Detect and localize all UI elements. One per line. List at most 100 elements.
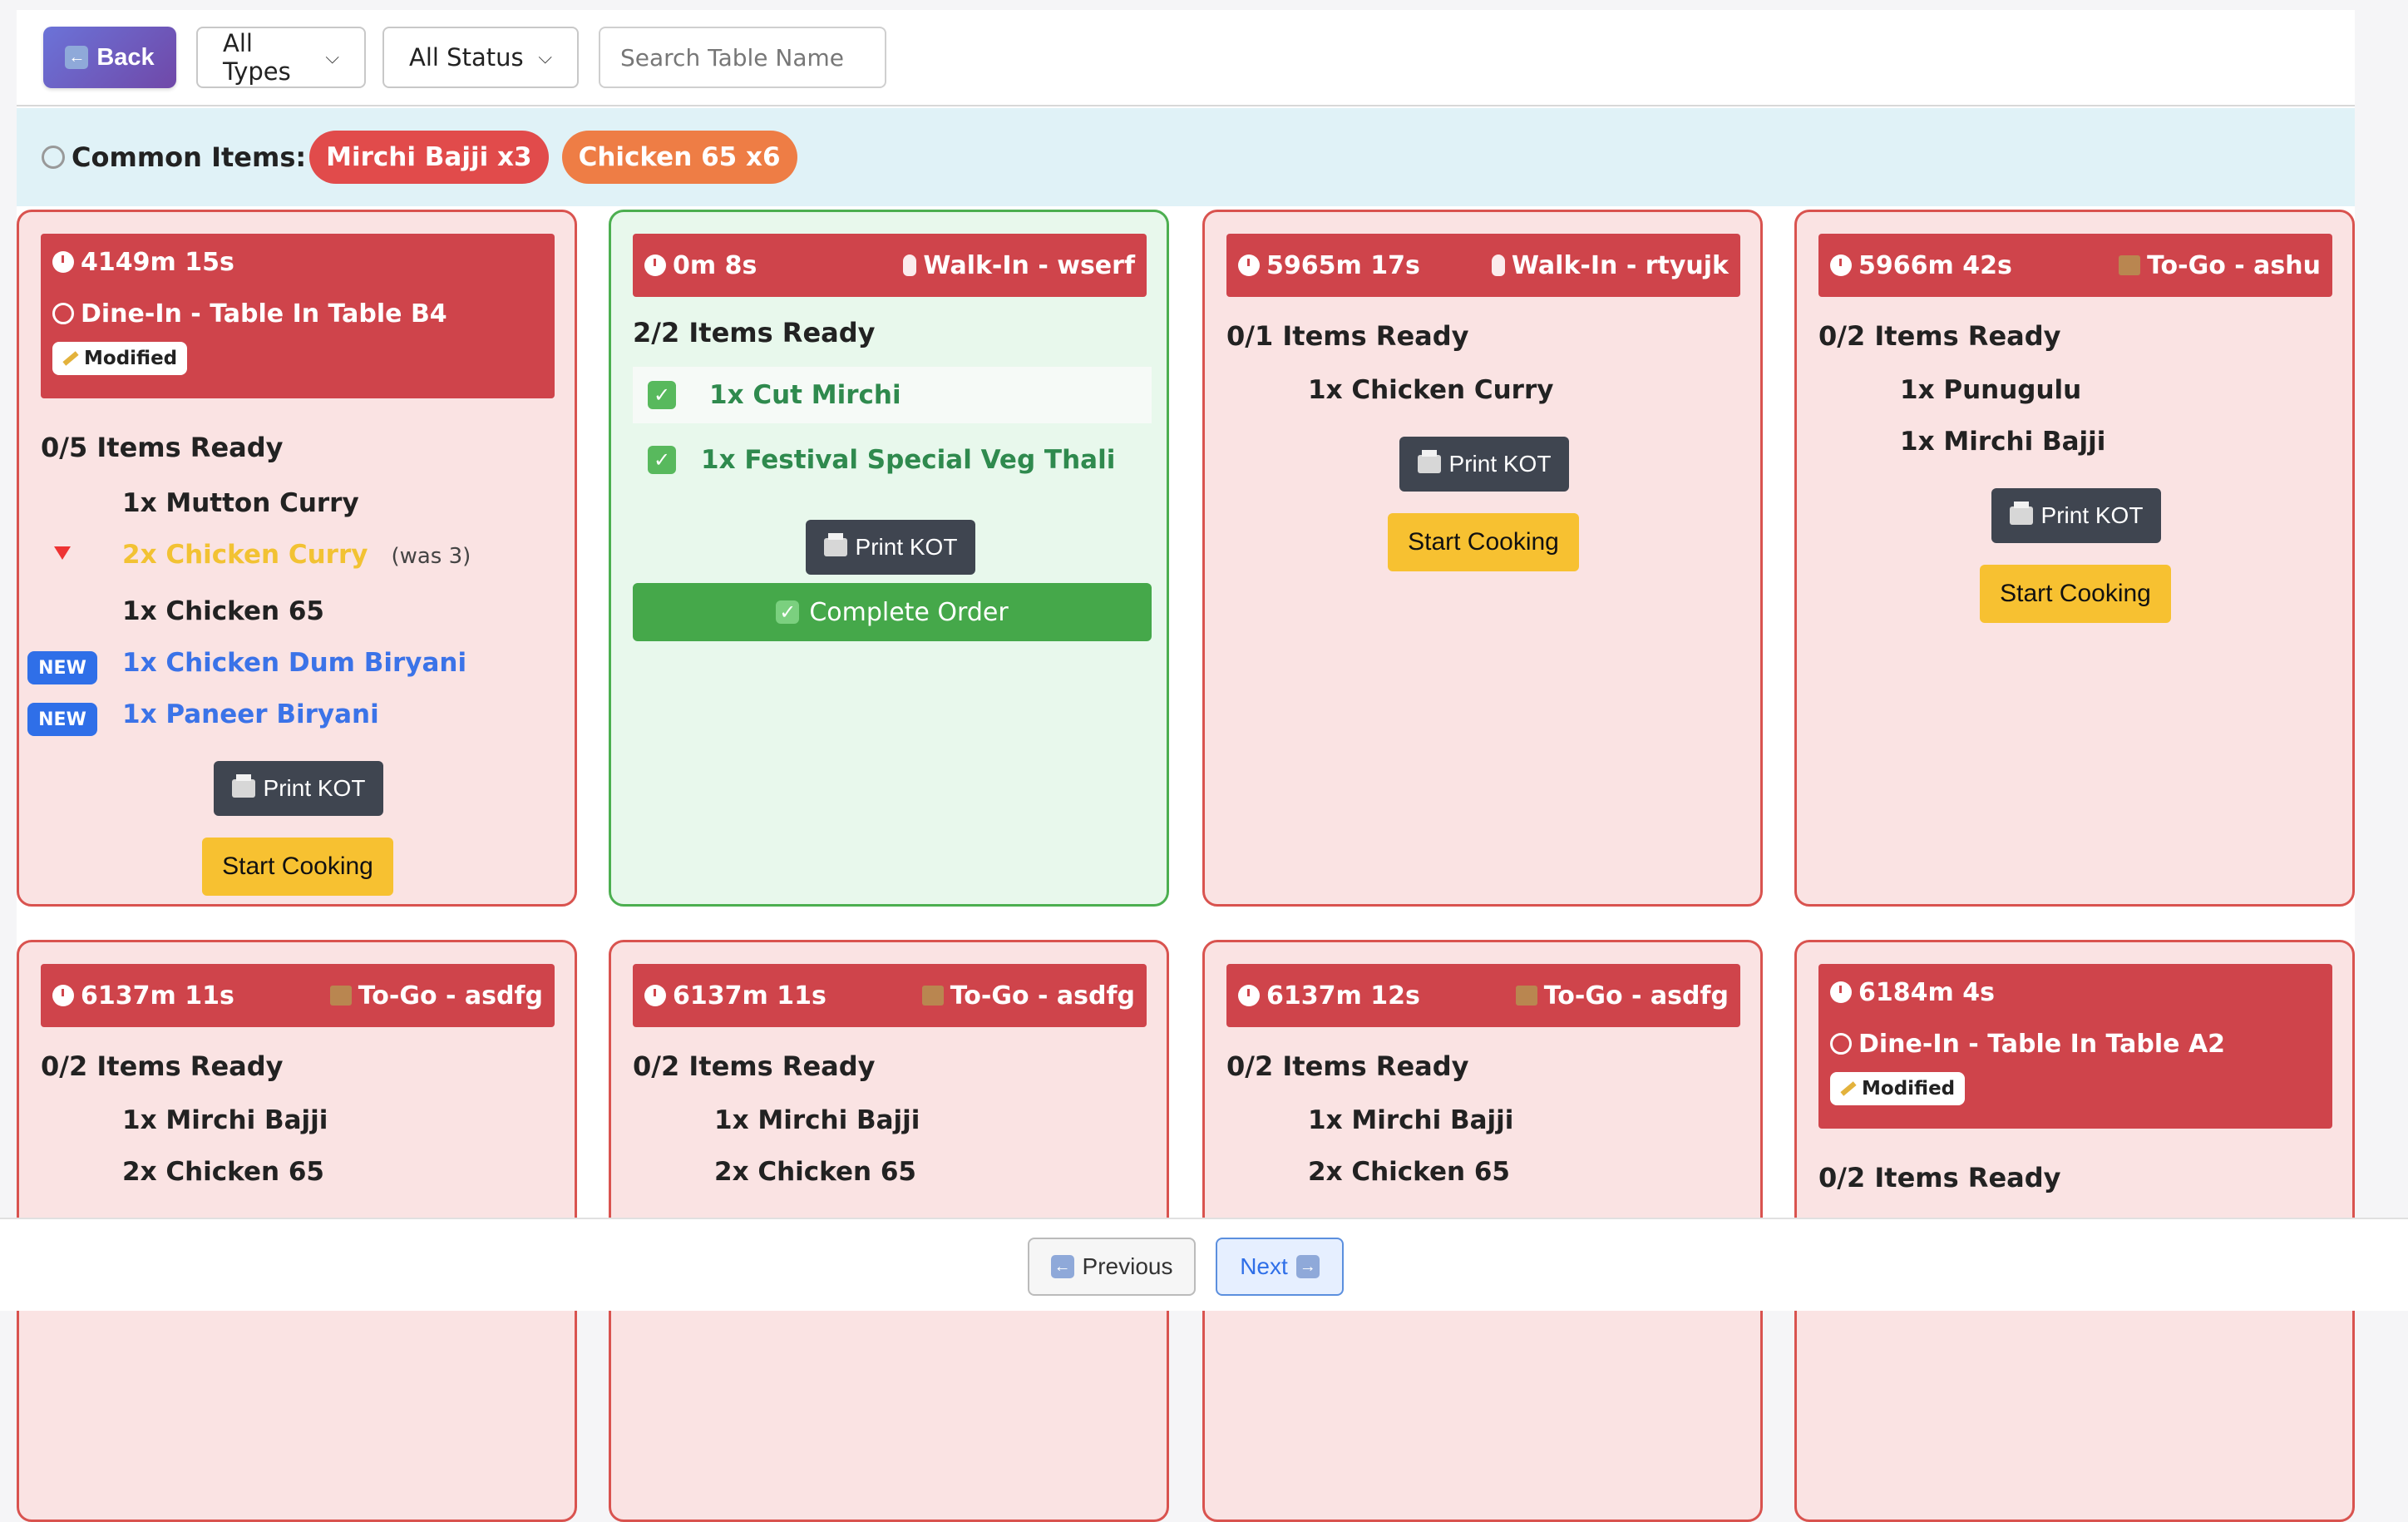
printer-icon (2009, 502, 2033, 525)
printer-icon (1417, 450, 1441, 473)
clock-icon (52, 985, 74, 1006)
print-kot-button[interactable]: Print KOT (1991, 488, 2161, 543)
order-type: Walk-In - rtyujk (1511, 250, 1729, 280)
next-button[interactable]: Next → (1216, 1238, 1344, 1296)
plate-icon (52, 303, 74, 324)
right-arrow-icon: → (1295, 1255, 1320, 1278)
start-cooking-button[interactable]: Start Cooking (1388, 513, 1579, 571)
clock-icon (644, 254, 666, 276)
order-item: 1x Mirchi Bajji (1308, 1105, 1514, 1135)
order-card: 0m 8s Walk-In - wserf 2/2 Items Ready ✓ 1x… (609, 210, 1169, 907)
modified-badge: Modified (52, 342, 188, 375)
check-icon: ✓ (776, 600, 800, 624)
chevron-down-icon: ⌵ (538, 47, 552, 68)
order-timer: 5965m 17s (1266, 250, 1420, 280)
common-item-chip: Mirchi Bajji x3 (309, 131, 549, 184)
order-header: 0m 8s Walk-In - wserf (633, 234, 1147, 297)
pencil-icon (1840, 1081, 1857, 1096)
ready-count: 2/2 Items Ready (633, 317, 876, 348)
order-item-new: 1x Chicken Dum Biryani (122, 648, 467, 678)
modified-badge: Modified (1830, 1072, 1966, 1105)
printer-icon (823, 533, 847, 556)
ready-count: 0/5 Items Ready (41, 432, 284, 463)
order-header: 5966m 42s To-Go - ashu (1818, 234, 2332, 297)
clock-icon (1238, 985, 1260, 1006)
ready-count: 0/2 Items Ready (633, 1050, 876, 1082)
new-badge: NEW (27, 703, 97, 736)
common-items-title: Common Items: (72, 141, 307, 173)
chevron-down-icon: ⌵ (325, 47, 339, 68)
order-card: 5966m 42s To-Go - ashu 0/2 Items Ready 1x… (1794, 210, 2355, 907)
order-header: 6137m 12s To-Go - asdfg (1226, 964, 1740, 1027)
start-cooking-button[interactable]: Start Cooking (1980, 565, 2171, 623)
order-card: 4149m 15s Dine-In - Table In Table B4 Mo… (17, 210, 577, 907)
clock-icon (644, 985, 666, 1006)
printer-icon (231, 774, 255, 798)
pencil-icon (62, 351, 79, 366)
back-button[interactable]: ← Back (43, 27, 176, 88)
footprints-icon (903, 254, 917, 276)
complete-order-button[interactable]: ✓ Complete Order (633, 583, 1152, 641)
common-items-banner: Common Items: Mirchi Bajji x3 Chicken 65… (17, 108, 2355, 206)
order-item: 1x Punugulu (1900, 375, 2082, 405)
type-filter-select[interactable]: All Types ⌵ (196, 27, 366, 88)
clock-icon (1238, 254, 1260, 276)
order-timer: 6137m 12s (1266, 981, 1420, 1011)
table-search-input[interactable]: Search Table Name (599, 27, 886, 88)
order-timer: 6137m 11s (673, 981, 827, 1011)
kitchen-display-page: ← Back All Types ⌵ All Status ⌵ Search T… (17, 10, 2355, 1522)
order-type: To-Go - asdfg (358, 981, 543, 1011)
print-kot-button[interactable]: Print KOT (806, 520, 975, 575)
order-timer: 6184m 4s (1858, 977, 1995, 1007)
order-item: 2x Chicken 65 (122, 1157, 324, 1187)
modified-label: Modified (1862, 1078, 1956, 1099)
print-kot-label: Print KOT (2040, 502, 2144, 528)
order-header: 4149m 15s Dine-In - Table In Table B4 Mo… (41, 234, 555, 398)
ready-item: ✓ 1x Festival Special Veg Thali (633, 432, 1152, 488)
back-label: Back (96, 43, 155, 71)
order-header: 6184m 4s Dine-In - Table In Table A2 Mod… (1818, 964, 2332, 1129)
previous-button[interactable]: ← Previous (1028, 1238, 1196, 1296)
order-item: 1x Mutton Curry (122, 488, 359, 518)
order-type: Dine-In - Table In Table B4 (81, 299, 447, 329)
toolbar: ← Back All Types ⌵ All Status ⌵ Search T… (17, 10, 2355, 106)
order-timer: 4149m 15s (81, 247, 234, 277)
print-kot-button[interactable]: Print KOT (1399, 437, 1569, 492)
order-item: 1x Mirchi Bajji (1900, 427, 2106, 457)
order-header: 5965m 17s Walk-In - rtyujk (1226, 234, 1740, 297)
ready-item: ✓ 1x Cut Mirchi (633, 367, 1152, 423)
complete-order-label: Complete Order (809, 597, 1009, 627)
order-type: To-Go - asdfg (950, 981, 1135, 1011)
clock-icon (52, 251, 74, 273)
search-placeholder: Search Table Name (620, 43, 845, 72)
ready-count: 0/2 Items Ready (1226, 1050, 1469, 1082)
package-icon (329, 986, 352, 1006)
print-kot-label: Print KOT (263, 775, 366, 801)
start-cooking-button[interactable]: Start Cooking (202, 838, 393, 896)
type-filter-value: All Types (223, 29, 291, 86)
check-icon: ✓ (648, 446, 676, 474)
left-arrow-icon: ← (1050, 1255, 1074, 1278)
order-item: 1x Chicken 65 (122, 596, 324, 626)
ready-item-text: 1x Cut Mirchi (709, 380, 901, 410)
order-timer: 6137m 11s (81, 981, 234, 1011)
order-type: Walk-In - wserf (923, 250, 1135, 280)
order-type: Dine-In - Table In Table A2 (1858, 1029, 2226, 1059)
status-filter-value: All Status (409, 43, 524, 72)
common-items-label: Common Items: (42, 141, 306, 173)
order-item-new: 1x Paneer Biryani (122, 699, 379, 729)
decrease-arrow-icon (54, 546, 71, 560)
check-icon: ✓ (648, 381, 676, 409)
order-header: 6137m 11s To-Go - asdfg (41, 964, 555, 1027)
common-item-chip: Chicken 65 x6 (561, 131, 797, 184)
print-kot-button[interactable]: Print KOT (214, 761, 383, 816)
order-timer: 0m 8s (673, 250, 757, 280)
order-item: 2x Chicken 65 (714, 1157, 916, 1187)
order-type: To-Go - asdfg (1543, 981, 1729, 1011)
back-arrow-icon: ← (65, 46, 89, 69)
package-icon (921, 986, 944, 1006)
clock-icon (1830, 981, 1852, 1003)
print-kot-label: Print KOT (1448, 451, 1552, 477)
status-filter-select[interactable]: All Status ⌵ (382, 27, 579, 88)
footprints-icon (1491, 254, 1505, 276)
